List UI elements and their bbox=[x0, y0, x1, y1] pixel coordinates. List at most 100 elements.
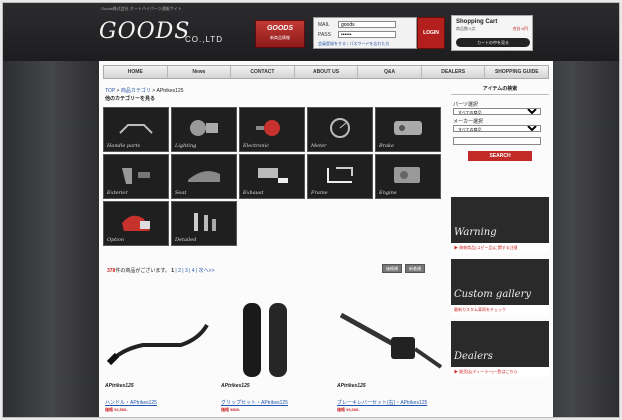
result-count: 378件の商品がございます。 1 | 2 | 3 | 4 | 次へ>> bbox=[107, 267, 215, 274]
engine-icon bbox=[394, 167, 420, 183]
sort-by-newest-button[interactable]: 新着順 bbox=[405, 264, 425, 273]
custom-gallery-banner[interactable]: Custom gallery 最新カスタム車両をチェック bbox=[451, 259, 549, 315]
seat-icon bbox=[188, 171, 220, 182]
result-count-text: 件の商品がございます。 bbox=[115, 268, 170, 274]
maker-label: メーカー選択 bbox=[453, 119, 484, 125]
option-icon bbox=[122, 215, 150, 231]
nav-home[interactable]: HOME bbox=[104, 66, 168, 78]
brand-text: APtrikes125 bbox=[221, 383, 250, 389]
category-label: Frame bbox=[311, 190, 328, 196]
category-label: Exhaust bbox=[243, 190, 264, 196]
category-grid: Handle parts Lighting Electronic Meter B… bbox=[103, 107, 443, 246]
product-card[interactable]: APtrikes125 ハンドル・APtrikes125 価格 ¥2,500- bbox=[103, 289, 213, 417]
category-tile-meter[interactable]: Meter bbox=[307, 107, 373, 152]
category-label: Detailed bbox=[175, 237, 197, 243]
bolts-icon bbox=[194, 213, 216, 231]
nav-news[interactable]: News bbox=[168, 66, 232, 78]
handlebar-icon bbox=[119, 124, 153, 134]
shopping-cart-box: Shopping Cart 商品数:0点 合計:0円 カートの中を見る bbox=[451, 15, 533, 51]
breadcrumb-category[interactable]: 商品カテゴリ bbox=[121, 88, 151, 94]
exterior-icon bbox=[122, 168, 150, 184]
search-form: パーツ選択 すべての商品 メーカー選択 すべての商品 SEARCH bbox=[451, 95, 549, 165]
global-nav: HOME News CONTACT ABOUT US Q&A DEALERS S… bbox=[103, 65, 549, 79]
promo-banner[interactable]: GOODS 新商品情報 bbox=[255, 20, 305, 48]
view-cart-button[interactable]: カートの中を見る bbox=[456, 38, 530, 47]
breadcrumb: TOP > 商品カテゴリ > APtrikes125 bbox=[105, 87, 184, 94]
search-title: アイテムの検索 bbox=[451, 85, 549, 95]
product-price: 価格 ¥3,000- bbox=[337, 407, 360, 412]
product-price: 価格 ¥2,500- bbox=[105, 407, 128, 412]
dealers-banner[interactable]: Dealers ▶ 販売店(ディーラー)一覧はこちら bbox=[451, 321, 549, 377]
main-panel: HOME News CONTACT ABOUT US Q&A DEALERS S… bbox=[99, 61, 553, 417]
site-header: Goods株式会社 オートバイパーツ通販サイト GOODS CO.,LTD GO… bbox=[3, 3, 619, 61]
nav-shopping-guide[interactable]: SHOPPING GUIDE bbox=[485, 66, 548, 78]
category-label: Seat bbox=[175, 190, 187, 196]
category-label: Exterior bbox=[107, 190, 128, 196]
mail-input[interactable] bbox=[338, 21, 396, 28]
category-label: Meter bbox=[311, 143, 327, 149]
category-label: Lighting bbox=[175, 143, 197, 149]
banner-caption: ▶ 偽物商品(コピー品)に関する注意 bbox=[451, 243, 549, 253]
category-tile-brake[interactable]: Brake bbox=[375, 107, 441, 152]
password-input[interactable] bbox=[338, 31, 396, 38]
brand-text: APtrikes125 bbox=[105, 383, 134, 389]
banner-caption: 最新カスタム車両をチェック bbox=[451, 305, 549, 315]
category-tile-exhaust[interactable]: Exhaust bbox=[239, 154, 305, 199]
banner-title: Dealers bbox=[454, 351, 493, 362]
brake-caliper-icon bbox=[394, 121, 422, 135]
category-tile-option[interactable]: Option bbox=[103, 201, 169, 246]
cart-total: 合計:0円 bbox=[512, 26, 528, 31]
keyword-input[interactable] bbox=[453, 137, 541, 145]
cart-title: Shopping Cart bbox=[456, 19, 498, 25]
warning-banner[interactable]: Warning ▶ 偽物商品(コピー品)に関する注意 bbox=[451, 197, 549, 253]
sort-by-price-button[interactable]: 価格順 bbox=[382, 264, 402, 273]
logo-suffix: CO.,LTD bbox=[185, 35, 223, 44]
category-tile-detailed[interactable]: Detailed bbox=[171, 201, 237, 246]
category-tile-lighting[interactable]: Lighting bbox=[171, 107, 237, 152]
exhaust-icon bbox=[258, 168, 288, 183]
promo-subtitle: 新商品情報 bbox=[270, 35, 290, 40]
pass-label: PASS bbox=[318, 31, 331, 38]
category-label: Engine bbox=[379, 190, 397, 196]
product-card[interactable]: APtrikes125 グリップセット・APtrikes125 価格 ¥800- bbox=[219, 289, 329, 417]
site-logo[interactable]: GOODS bbox=[99, 19, 190, 44]
product-brand-logo: APtrikes125 bbox=[221, 383, 285, 395]
product-card[interactable]: APtrikes125 ブレーキレバーセット(右)・APtrikes125 価格… bbox=[335, 289, 445, 417]
category-tile-electronic[interactable]: Electronic bbox=[239, 107, 305, 152]
nav-contact[interactable]: CONTACT bbox=[231, 66, 295, 78]
pager-links[interactable]: | 2 | 3 | 4 | 次へ>> bbox=[175, 268, 214, 274]
product-name[interactable]: グリップセット・APtrikes125 bbox=[221, 399, 288, 406]
parts-select[interactable]: すべての商品 bbox=[453, 108, 541, 115]
category-label: Option bbox=[107, 237, 125, 243]
product-brand-logo: APtrikes125 bbox=[105, 383, 169, 395]
category-tile-frame[interactable]: Frame bbox=[307, 154, 373, 199]
item-search-sidebar: アイテムの検索 パーツ選択 すべての商品 メーカー選択 すべての商品 SEARC… bbox=[451, 85, 549, 165]
login-box: MAIL PASS 会員登録をする / パスワードを忘れた方 bbox=[313, 17, 417, 49]
brand-text: APtrikes125 bbox=[337, 383, 366, 389]
pager-current: 1 bbox=[171, 268, 175, 274]
search-button[interactable]: SEARCH bbox=[468, 151, 532, 161]
breadcrumb-top[interactable]: TOP bbox=[105, 88, 115, 94]
login-help-links[interactable]: 会員登録をする / パスワードを忘れた方 bbox=[318, 41, 389, 47]
headlight-icon bbox=[190, 120, 218, 136]
product-name[interactable]: ハンドル・APtrikes125 bbox=[105, 399, 157, 406]
brake-lever-product-image bbox=[339, 312, 443, 369]
category-tile-exterior[interactable]: Exterior bbox=[103, 154, 169, 199]
category-tile-engine[interactable]: Engine bbox=[375, 154, 441, 199]
category-label: Handle parts bbox=[107, 143, 141, 149]
nav-about-us[interactable]: ABOUT US bbox=[295, 66, 359, 78]
category-tile-seat[interactable]: Seat bbox=[171, 154, 237, 199]
meter-icon bbox=[330, 118, 350, 138]
maker-select[interactable]: すべての商品 bbox=[453, 125, 541, 132]
nav-dealers[interactable]: DEALERS bbox=[422, 66, 486, 78]
product-name[interactable]: ブレーキレバーセット(右)・APtrikes125 bbox=[337, 399, 427, 406]
banner-title: Warning bbox=[454, 227, 497, 238]
category-label: Brake bbox=[379, 143, 395, 149]
banner-caption: ▶ 販売店(ディーラー)一覧はこちら bbox=[451, 367, 549, 377]
category-heading: 他のカテゴリーを見る bbox=[105, 96, 156, 102]
breadcrumb-current: APtrikes125 bbox=[156, 88, 184, 94]
login-button[interactable]: LOGIN bbox=[417, 17, 445, 49]
handlebar-product-image bbox=[106, 323, 209, 366]
category-tile-handle-parts[interactable]: Handle parts bbox=[103, 107, 169, 152]
nav-qa[interactable]: Q&A bbox=[358, 66, 422, 78]
